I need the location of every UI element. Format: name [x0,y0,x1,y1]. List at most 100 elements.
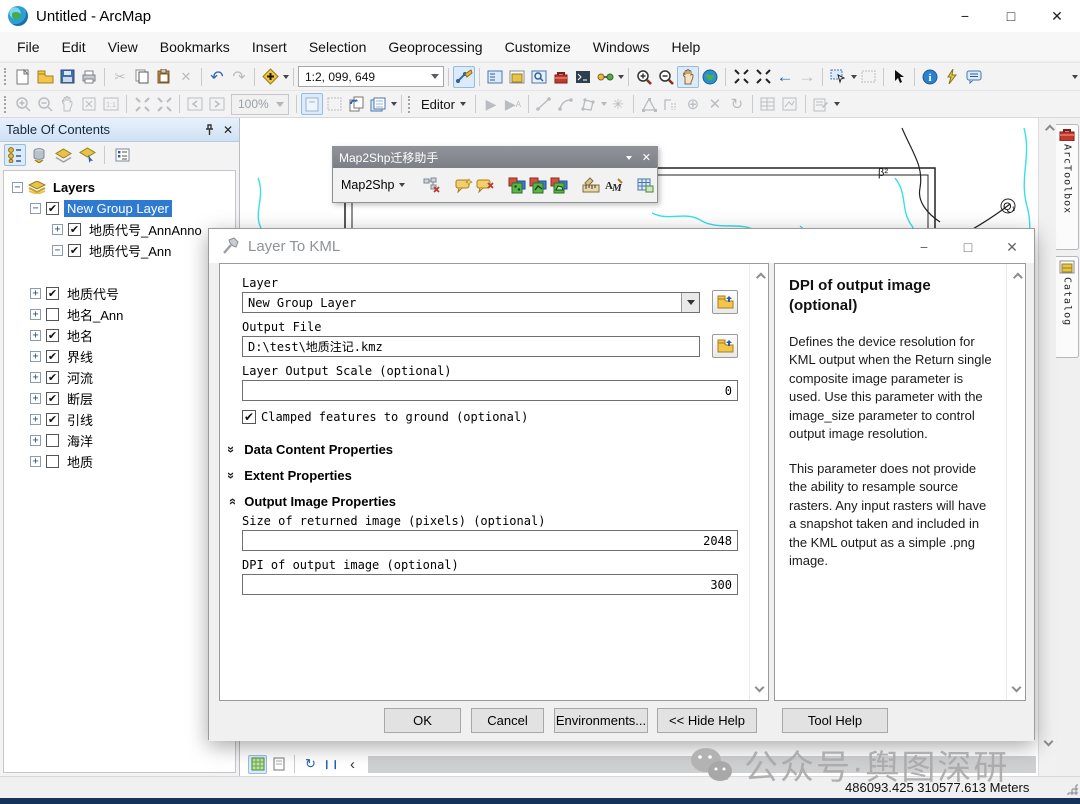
editor-menu-button[interactable]: Editor [416,97,471,112]
extent-properties-section[interactable]: » Extent Properties [228,468,352,483]
editor-overflow-icon[interactable] [834,102,840,106]
minimize-button[interactable]: − [942,0,988,32]
layer-checkbox-checked[interactable]: ✔ [46,350,59,363]
output-image-properties-section[interactable]: » Output Image Properties [228,494,396,509]
hide-help-button[interactable]: << Hide Help [657,708,757,733]
paste-button[interactable] [153,66,175,88]
redo-button[interactable]: ↷ [228,66,250,88]
layer-checkbox-checked[interactable]: ✔ [46,371,59,384]
expand-icon[interactable]: + [52,224,63,235]
list-by-selection-button[interactable] [76,144,98,166]
toc-item-new-group-layer[interactable]: − ✔ New Group Layer [4,198,235,219]
expand-icon[interactable]: + [30,456,41,467]
full-extent-button[interactable] [699,66,721,88]
pin-icon[interactable] [205,124,214,136]
layer-checkbox-checked[interactable]: ✔ [46,392,59,405]
font-convert-button[interactable]: AM [604,175,623,195]
clamped-checkbox-checked[interactable]: ✔ [242,410,256,424]
catalog-window-button[interactable] [506,66,528,88]
zoom-in-page-button[interactable] [12,93,34,115]
dpi-of-output-image-input[interactable]: 300 [242,574,738,595]
fixed-zoom-in-page-button[interactable] [131,93,153,115]
size-of-returned-image-input[interactable]: 2048 [242,530,738,551]
undo-button[interactable]: ↶ [206,66,228,88]
list-by-source-button[interactable] [28,144,50,166]
map2shp-close-icon[interactable]: ✕ [642,151,651,164]
layout-overflow-icon[interactable] [391,102,397,106]
collapse-icon[interactable]: − [30,203,41,214]
zoom-in-tool[interactable] [633,66,655,88]
scroll-down-icon[interactable] [1039,732,1057,750]
select-elements-tool[interactable] [888,66,910,88]
toc-item-haiyang[interactable]: + 海洋 [4,430,235,451]
layer-checkbox-checked[interactable]: ✔ [46,413,59,426]
layer-output-scale-input[interactable]: 0 [242,380,738,401]
dialog-titlebar[interactable]: Layer To KML − □ ✕ [209,229,1034,263]
copy-button[interactable] [131,66,153,88]
browse-layer-button[interactable] [712,290,738,314]
delete-icon[interactable]: ✕ [175,66,197,88]
identify-tool[interactable]: i [919,66,941,88]
convert-point-layer-button[interactable] [508,175,526,195]
toc-item-dizhidaihao-ann[interactable]: − ✔ 地质代号_Ann [4,240,235,261]
menu-bookmarks[interactable]: Bookmarks [149,32,241,62]
search-window-button[interactable] [528,66,550,88]
menu-help[interactable]: Help [661,32,712,62]
toc-item-dizhi[interactable]: + 地质 [4,451,235,472]
toc-item-diming-ann[interactable]: + 地名_Ann [4,304,235,325]
expand-icon[interactable]: + [30,330,41,341]
expand-icon[interactable]: + [30,414,41,425]
collapse-icon[interactable]: − [52,245,63,256]
html-popup-tool[interactable] [963,66,985,88]
layer-checkbox-checked[interactable]: ✔ [46,287,59,300]
layout-zoom-combo[interactable]: 100% [231,94,289,115]
layout-zoom-dropdown-icon[interactable] [271,95,288,114]
fixed-zoom-out-page-button[interactable] [153,93,175,115]
form-scroll-down-icon[interactable] [750,678,768,696]
output-file-input[interactable]: D:\test\地质注记.kmz [242,336,700,357]
layer-checkbox-unchecked[interactable] [46,308,59,321]
select-features-tool[interactable] [827,66,849,88]
menu-selection[interactable]: Selection [298,32,378,62]
edit-sketch-tool[interactable] [453,66,475,88]
menu-view[interactable]: View [97,32,149,62]
next-extent-page-button[interactable] [206,93,228,115]
convert-polygon-layer-button[interactable] [550,175,568,195]
fixed-zoom-out-button[interactable] [752,66,774,88]
toc-item-dizhidaihao[interactable]: + ✔ 地质代号 [4,283,235,304]
new-document-button[interactable] [12,66,34,88]
table-of-contents-button[interactable] [484,66,506,88]
scale-bar-tool-button[interactable] [582,175,601,195]
expand-icon[interactable]: + [30,393,41,404]
toc-item-yinxian[interactable]: + ✔ 引线 [4,409,235,430]
expand-icon[interactable]: + [30,309,41,320]
data-driven-pages-button[interactable] [367,93,389,115]
tool-help-button[interactable]: Tool Help [782,708,888,733]
add-data-dropdown-icon[interactable] [283,75,289,79]
pan-page-button[interactable] [56,93,78,115]
help-scrollbar[interactable] [1006,264,1025,700]
maximize-button[interactable]: □ [988,0,1034,32]
cut-icon[interactable]: ✂ [109,66,131,88]
remove-node-button[interactable] [423,175,441,195]
zoom-whole-page-button[interactable] [78,93,100,115]
dialog-close-button[interactable]: ✕ [990,230,1034,264]
arctoolbox-button[interactable] [550,66,572,88]
scroll-up-icon[interactable] [1039,120,1057,138]
map-vertical-scrollbar[interactable] [1038,118,1056,776]
print-button[interactable] [78,66,100,88]
change-layout-button[interactable] [345,93,367,115]
resize-grip[interactable] [1066,783,1078,795]
standard-overflow-icon[interactable] [618,75,624,79]
toc-options-button[interactable] [111,144,133,166]
convert-line-layer-button[interactable] [529,175,547,195]
clamped-features-row[interactable]: ✔ Clamped features to ground (optional) [242,410,528,424]
data-content-properties-section[interactable]: » Data Content Properties [228,442,393,457]
environments-button[interactable]: Environments... [554,708,648,733]
layer-checkbox-unchecked[interactable] [46,434,59,447]
save-button[interactable] [56,66,78,88]
collapse-icon[interactable]: − [12,182,23,193]
browse-output-button[interactable] [712,334,738,358]
dialog-minimize-button[interactable]: − [902,230,946,264]
cancel-button[interactable]: Cancel [471,708,544,733]
